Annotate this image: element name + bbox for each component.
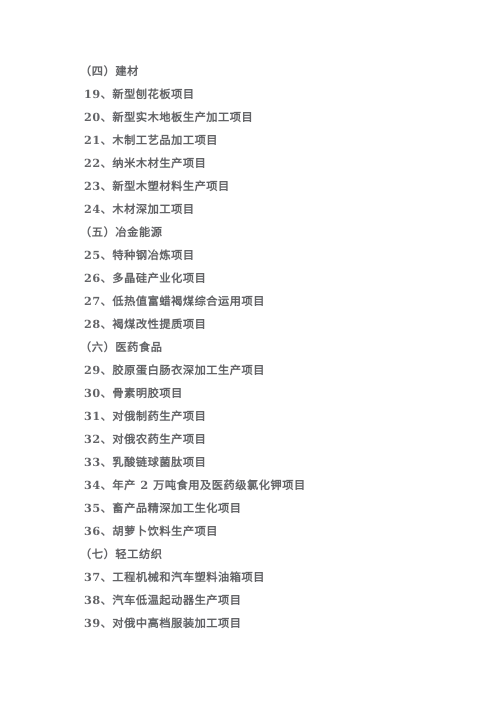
list-item: 23、新型木塑材料生产项目 (84, 179, 230, 193)
document-page: （四）建材 19、新型刨花板项目 20、新型实木地板生产加工项目 21、木制工艺品加工… (0, 0, 500, 707)
document-body: （四）建材 19、新型刨花板项目 20、新型实木地板生产加工项目 21、木制工艺品加工… (78, 60, 460, 635)
list-item: 38、汽车低温起动器生产项目 (84, 593, 242, 607)
section-heading: （四）建材 (80, 64, 139, 78)
list-item: 30、骨素明胶项目 (84, 386, 183, 400)
list-item: 33、乳酸链球菌肽项目 (84, 455, 207, 469)
list-item: 39、对俄中高档服装加工项目 (84, 616, 242, 630)
list-item: 34、年产 2 万吨食用及医药级氯化钾项目 (84, 478, 306, 492)
section-heading: （七）轻工纺织 (80, 547, 163, 561)
list-item: 20、新型实木地板生产加工项目 (84, 110, 254, 124)
list-item: 24、木材深加工项目 (84, 202, 195, 216)
list-item: 29、胶原蛋白肠衣深加工生产项目 (84, 363, 265, 377)
list-item: 37、工程机械和汽车塑料油箱项目 (84, 570, 265, 584)
list-item: 22、纳米木材生产项目 (84, 156, 207, 170)
list-item: 35、畜产品精深加工生化项目 (84, 501, 242, 515)
list-item: 32、对俄农药生产项目 (84, 432, 207, 446)
section-heading: （六）医药食品 (80, 340, 163, 354)
list-item: 31、对俄制药生产项目 (84, 409, 207, 423)
section-heading: （五）冶金能源 (80, 225, 163, 239)
list-item: 28、褐煤改性提质项目 (84, 317, 207, 331)
list-item: 36、胡萝卜饮料生产项目 (84, 524, 219, 538)
list-item: 26、多晶硅产业化项目 (84, 271, 207, 285)
list-item: 25、特种钢冶炼项目 (84, 248, 195, 262)
list-item: 19、新型刨花板项目 (84, 87, 195, 101)
list-item: 27、低热值富蜡褐煤综合运用项目 (84, 294, 265, 308)
list-item: 21、木制工艺品加工项目 (84, 133, 219, 147)
